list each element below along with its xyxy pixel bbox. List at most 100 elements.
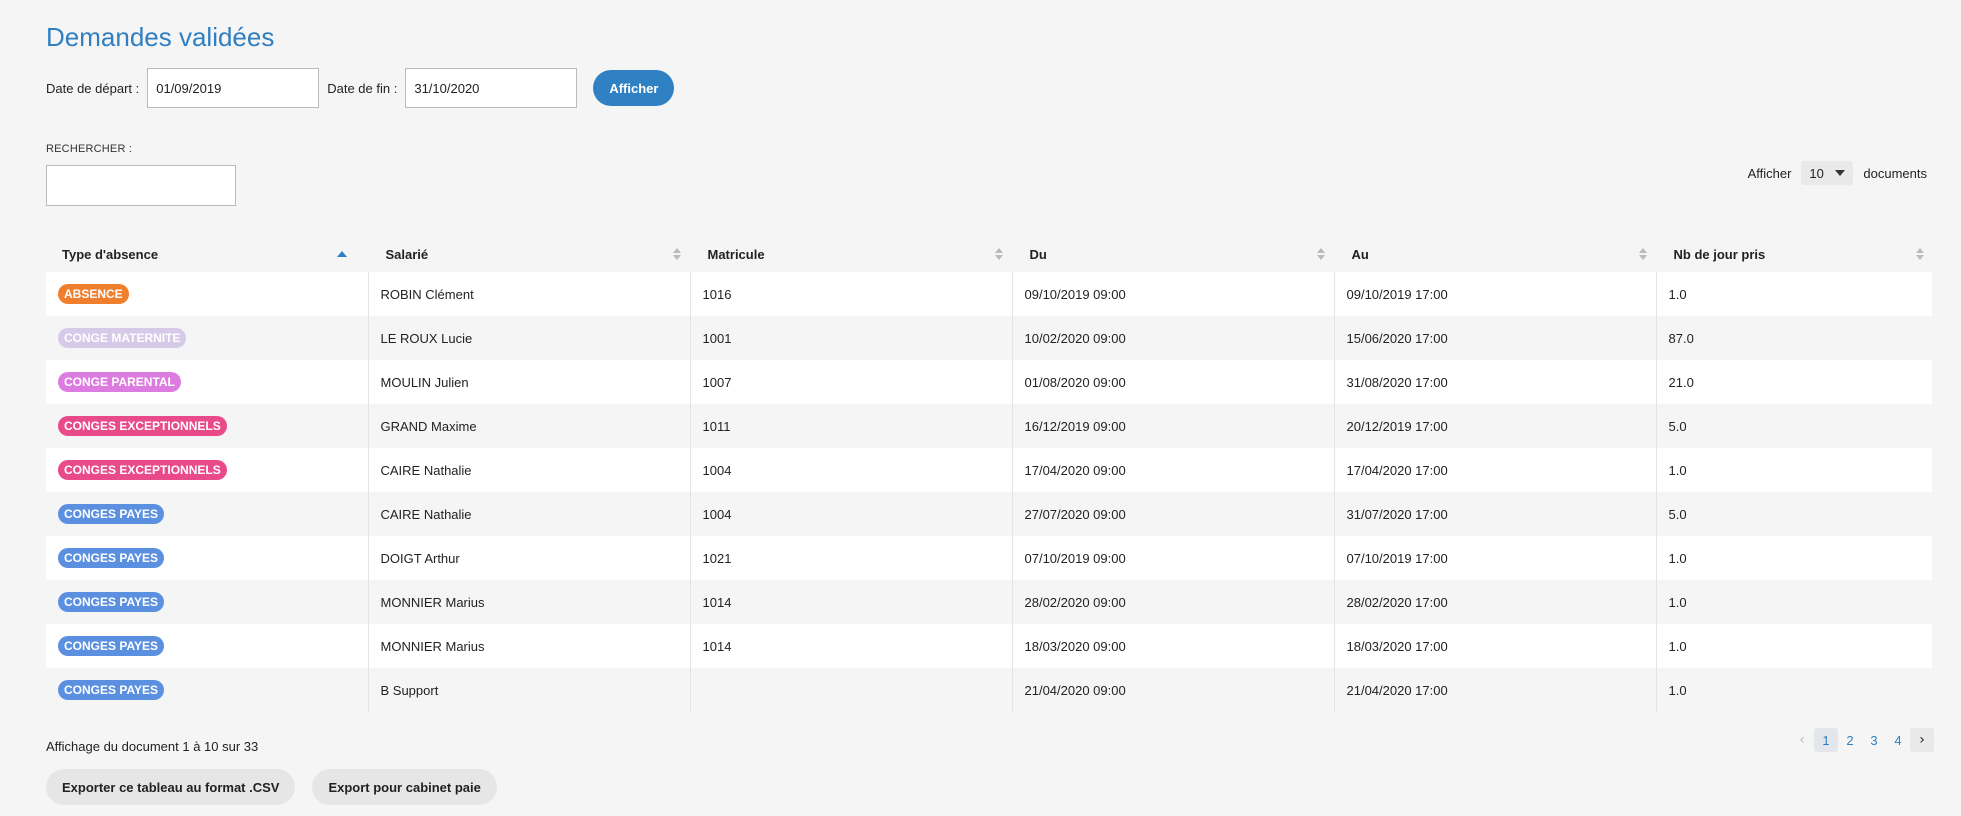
afficher-button[interactable]: Afficher [593,70,675,106]
matricule-cell: 1004 [690,492,1013,536]
matricule-cell: 1014 [690,624,1013,668]
column-header-matricule[interactable]: Matricule [690,236,1014,272]
days-taken-cell: 21.0 [1668,374,1694,390]
start-date-cell: 07/10/2019 09:00 [1012,536,1335,580]
sort-ascending-icon [336,251,347,257]
column-header-label: Nb de jour pris [1673,246,1766,262]
table-header-row: Type d'absence Salarié Matricule Du Au N… [46,236,1932,272]
end-date-cell: 18/03/2020 17:00 [1334,624,1657,668]
column-header-au[interactable]: Au [1334,236,1658,272]
sort-icon [994,248,1003,260]
column-header-label: Du [1029,246,1047,262]
matricule-cell: 1014 [690,580,1013,624]
end-date-cell: 17/04/2020 17:00 [1334,448,1657,492]
days-taken-cell: 5.0 [1668,418,1687,434]
end-date-cell: 31/08/2020 17:00 [1334,360,1657,404]
export-payroll-button[interactable]: Export pour cabinet paie [312,769,497,805]
start-date-cell: 28/02/2020 09:00 [1012,580,1335,624]
table-row[interactable]: CONGES EXCEPTIONNELS GRAND Maxime 1011 16/1… [46,404,1932,448]
column-header-label: Salarié [385,246,429,262]
salarie-cell: ROBIN Clément [368,272,691,316]
absence-type-badge: CONGES PAYES [58,680,165,700]
column-header-label: Type d'absence [62,246,159,262]
page-size-select[interactable]: 10 [1801,161,1854,185]
absence-type-badge: CONGES PAYES [58,548,165,568]
page-size-prefix: Afficher [1747,165,1792,181]
table-row[interactable]: CONGES PAYES MONNIER Marius 1014 18/03/2020… [46,624,1932,668]
start-date-input[interactable] [147,68,320,108]
days-taken-cell: 1.0 [1668,286,1687,302]
end-date-cell: 15/06/2020 17:00 [1334,316,1657,360]
page-size-value: 10 [1809,165,1824,181]
end-date-cell: 20/12/2019 17:00 [1334,404,1657,448]
end-date-input[interactable] [405,68,578,108]
page-2-button[interactable]: 2 [1838,728,1862,752]
start-date-cell: 21/04/2020 09:00 [1012,668,1335,712]
date-filter-bar: Date de départ : Date de fin : Afficher [46,68,675,108]
end-date-cell: 31/07/2020 17:00 [1334,492,1657,536]
salarie-cell: B Support [368,668,691,712]
table-row[interactable]: CONGES PAYES DOIGT Arthur 1021 07/10/2019 0… [46,536,1932,580]
column-header-label: Matricule [707,246,765,262]
export-csv-button[interactable]: Exporter ce tableau au format .CSV [46,769,296,805]
table-row[interactable]: CONGE MATERNITE LE ROUX Lucie 1001 10/02/20… [46,316,1932,360]
chevron-right-icon[interactable]: › [1910,728,1934,752]
start-date-cell: 10/02/2020 09:00 [1012,316,1335,360]
salarie-cell: CAIRE Nathalie [368,448,691,492]
absence-type-badge: ABSENCE [58,284,129,304]
salarie-cell: CAIRE Nathalie [368,492,691,536]
table-row[interactable]: CONGES PAYES B Support 21/04/2020 09:00 21/… [46,668,1932,712]
absence-type-badge: CONGES PAYES [58,592,165,612]
salarie-cell: MOULIN Julien [368,360,691,404]
table-row[interactable]: CONGES PAYES MONNIER Marius 1014 28/02/2020… [46,580,1932,624]
start-date-cell: 01/08/2020 09:00 [1012,360,1335,404]
pagination: ‹ 1 2 3 4 › [1790,728,1934,752]
matricule-cell: 1011 [690,404,1013,448]
matricule-cell: 1001 [690,316,1013,360]
end-date-cell: 07/10/2019 17:00 [1334,536,1657,580]
days-taken-cell: 87.0 [1668,330,1694,346]
salarie-cell: DOIGT Arthur [368,536,691,580]
sort-icon [1916,248,1924,260]
table-row[interactable]: CONGE PARENTAL MOULIN Julien 1007 01/08/202… [46,360,1932,404]
page-4-button[interactable]: 4 [1886,728,1910,752]
sort-icon [1638,248,1647,260]
days-taken-cell: 1.0 [1668,682,1687,698]
absence-type-badge: CONGES PAYES [58,504,165,524]
page-size-suffix: documents [1863,165,1927,181]
days-taken-cell: 1.0 [1668,594,1687,610]
column-header-salarie[interactable]: Salarié [368,236,692,272]
absence-type-badge: CONGES EXCEPTIONNELS [58,460,227,480]
sort-icon [1316,248,1325,260]
column-header-type[interactable]: Type d'absence [46,236,370,272]
table-row[interactable]: ABSENCE ROBIN Clément 1016 09/10/2019 09:00… [46,272,1932,316]
days-taken-cell: 1.0 [1668,550,1687,566]
start-date-cell: 18/03/2020 09:00 [1012,624,1335,668]
table-row[interactable]: CONGES EXCEPTIONNELS CAIRE Nathalie 1004 17… [46,448,1932,492]
page-1-button[interactable]: 1 [1814,728,1838,752]
sort-icon [672,248,681,260]
end-date-cell: 09/10/2019 17:00 [1334,272,1657,316]
table-info: Affichage du document 1 à 10 sur 33 [46,739,259,754]
absence-type-badge: CONGE MATERNITE [58,328,187,348]
chevron-down-icon [1835,170,1846,176]
table-body: ABSENCE ROBIN Clément 1016 09/10/2019 09:00… [46,272,1932,712]
export-actions: Exporter ce tableau au format .CSV Expor… [46,769,497,805]
matricule-cell: 1004 [690,448,1013,492]
salarie-cell: LE ROUX Lucie [368,316,691,360]
days-taken-cell: 1.0 [1668,638,1687,654]
start-date-cell: 09/10/2019 09:00 [1012,272,1335,316]
column-header-nb-jours[interactable]: Nb de jour pris [1656,236,1932,272]
column-header-label: Au [1351,246,1369,262]
table-row[interactable]: CONGES PAYES CAIRE Nathalie 1004 27/07/2020… [46,492,1932,536]
start-date-label: Date de départ : [46,80,140,96]
chevron-left-icon[interactable]: ‹ [1790,728,1814,752]
end-date-cell: 21/04/2020 17:00 [1334,668,1657,712]
matricule-cell: 1021 [690,536,1013,580]
matricule-cell [690,668,1013,712]
search-input[interactable] [46,165,236,206]
page-3-button[interactable]: 3 [1862,728,1886,752]
days-taken-cell: 5.0 [1668,506,1687,522]
end-date-label: Date de fin : [327,80,398,96]
column-header-du[interactable]: Du [1012,236,1336,272]
